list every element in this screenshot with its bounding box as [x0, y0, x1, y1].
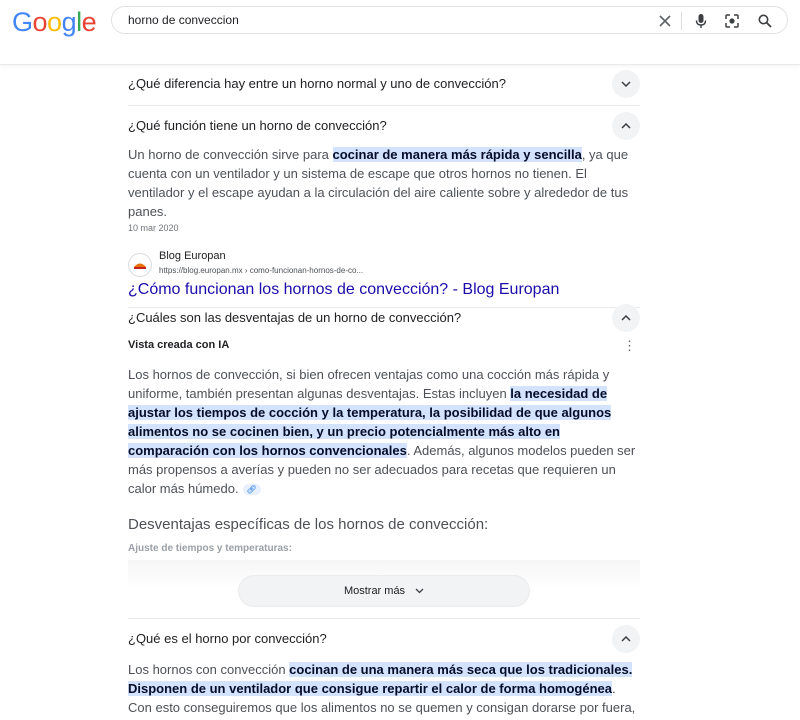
question-row[interactable]: ¿Cuáles son las desventajas de un horno … — [128, 298, 640, 339]
source-info[interactable]: Blog Europan https://blog.europan.mx › c… — [128, 249, 640, 285]
logo-letter: o — [47, 7, 62, 37]
section-subheading: Desventajas específicas de los hornos de… — [128, 516, 489, 533]
logo-letter: e — [81, 7, 97, 37]
chevron-up-icon[interactable] — [612, 304, 640, 332]
question-text[interactable]: ¿Qué función tiene un horno de convecció… — [128, 118, 387, 133]
question-row[interactable]: ¿Qué función tiene un horno de convecció… — [128, 106, 640, 147]
logo-letter: g — [61, 7, 77, 37]
search-icon[interactable] — [756, 12, 774, 30]
lens-icon[interactable] — [723, 12, 741, 30]
link-icon[interactable]: 🔗︎ — [242, 484, 261, 496]
search-box[interactable]: horno de conveccion — [111, 6, 788, 34]
source-url[interactable]: https://blog.europan.mx › como-funcionan… — [159, 266, 363, 275]
ai-overview-label: Vista creada con IA — [128, 339, 230, 351]
source-name[interactable]: Blog Europan — [159, 250, 226, 262]
close-icon[interactable] — [656, 12, 674, 30]
chevron-down-icon — [415, 588, 424, 594]
chevron-up-icon[interactable] — [612, 112, 640, 140]
answer-text: Los hornos con convección cocinan de una… — [128, 660, 640, 717]
search-input[interactable]: horno de conveccion — [128, 13, 239, 27]
question-row[interactable]: ¿Qué diferencia hay entre un horno norma… — [128, 64, 640, 106]
mic-icon[interactable] — [692, 12, 710, 30]
search-divider — [681, 12, 682, 30]
site-favicon-icon — [128, 253, 152, 277]
header: Google horno de conveccion — [0, 0, 800, 65]
answer-pre: Un horno de convección sirve para — [128, 147, 333, 162]
question-text[interactable]: ¿Cuáles son las desventajas de un horno … — [128, 310, 461, 325]
answer-pre: Los hornos con convección — [128, 662, 290, 677]
answer-text: Un horno de convección sirve para cocina… — [128, 145, 640, 221]
question-text[interactable]: ¿Qué diferencia hay entre un horno norma… — [128, 76, 506, 91]
answer-date: 10 mar 2020 — [128, 223, 179, 233]
show-more-button[interactable]: Mostrar más — [238, 575, 530, 607]
list-item-heading: Ajuste de tiempos y temperaturas: — [128, 543, 292, 554]
google-logo[interactable]: Google — [12, 6, 97, 38]
show-more-label: Mostrar más — [343, 585, 406, 597]
logo-letter: G — [12, 7, 33, 37]
more-options-icon[interactable]: ⋮ — [623, 338, 636, 354]
question-row[interactable]: ¿Qué es el horno por convección? — [128, 619, 640, 660]
answer-highlight: cocinar de manera más rápida y sencilla — [332, 147, 582, 162]
answer-text: Los hornos de convección, si bien ofrece… — [128, 365, 640, 498]
chevron-up-icon[interactable] — [612, 625, 640, 653]
chevron-down-icon[interactable] — [612, 70, 640, 98]
logo-letter: o — [32, 7, 48, 37]
question-text[interactable]: ¿Qué es el horno por convección? — [128, 631, 327, 646]
